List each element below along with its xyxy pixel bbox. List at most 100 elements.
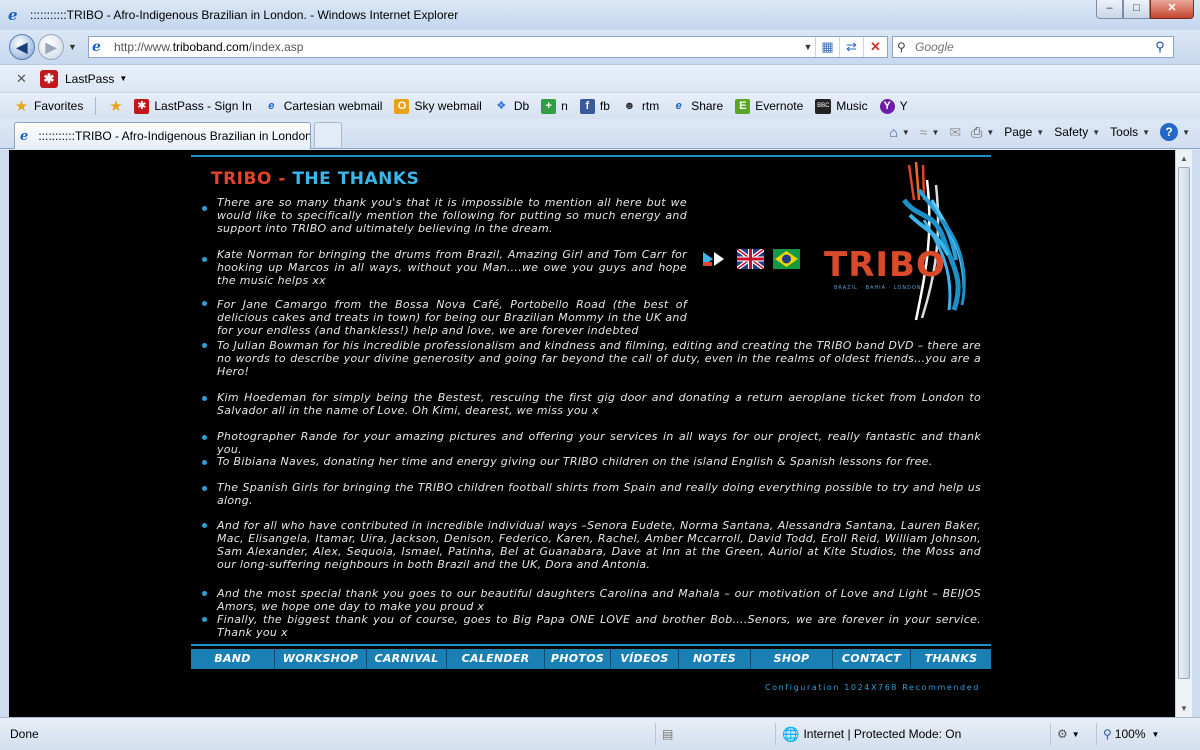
ie-logo-icon: e [8, 6, 18, 24]
yahoo-icon: Y [879, 98, 895, 114]
security-zone[interactable]: 🌐 Internet | Protected Mode: On [775, 723, 1045, 745]
address-url[interactable]: http://www.triboband.com/index.asp [114, 40, 801, 54]
dropbox-icon: ❖ [496, 99, 507, 112]
forward-button[interactable]: ▶ [38, 34, 64, 60]
page-menu-label: Page [1004, 125, 1033, 139]
favorite-link-yahoo[interactable]: Y Y [879, 98, 908, 114]
favorite-link-rtm[interactable]: ☻ rtm [622, 99, 660, 114]
favorite-label: LastPass - Sign In [154, 99, 252, 113]
favorite-link-fb[interactable]: f fb [579, 98, 610, 114]
bullet [202, 343, 207, 348]
favorite-link-lastpass[interactable]: ✱ LastPass - Sign In [134, 98, 252, 114]
maximize-button[interactable]: □ [1123, 0, 1150, 19]
nav-item-notes[interactable]: NOTES [679, 649, 751, 669]
close-toolbar-icon[interactable]: ✕ [16, 71, 30, 87]
favorite-link-evernote[interactable]: E Evernote [735, 98, 803, 114]
thanks-item: The Spanish Girls for bringing the TRIBO… [217, 481, 981, 507]
address-bar[interactable]: e http://www.triboband.com/index.asp ▼ ▦… [88, 36, 888, 58]
tools-menu-label: Tools [1110, 125, 1139, 139]
scrollbar-thumb[interactable] [1178, 167, 1190, 679]
print-button[interactable]: ⎙ ▼ [971, 124, 994, 141]
favorite-link-sky[interactable]: O Sky webmail [394, 98, 482, 114]
uk-flag-icon[interactable] [737, 249, 764, 269]
nav-item-workshop[interactable]: WORKSHOP [275, 649, 367, 669]
bullet [202, 486, 207, 491]
minimize-button[interactable]: – [1096, 0, 1123, 19]
favorite-label: fb [599, 99, 610, 113]
favorite-link-dropbox[interactable]: ❖ Db [494, 99, 529, 114]
add-ons-button[interactable]: ⚙ ▼ [1050, 723, 1092, 745]
search-icon[interactable]: ⚲ [1147, 39, 1173, 55]
favorites-button[interactable]: ★ Favorites [14, 99, 84, 114]
tab-bar: e :::::::::::TRIBO - Afro-Indigenous Bra… [0, 119, 1200, 149]
thanks-item: Finally, the biggest thank you of course… [217, 613, 981, 639]
music-player-icon[interactable] [701, 249, 728, 269]
search-box[interactable]: ⚲ ⚲ [892, 36, 1174, 58]
evernote-icon: E [735, 98, 751, 114]
safety-menu[interactable]: Safety ▼ [1054, 125, 1100, 139]
divider [95, 97, 97, 115]
lastpass-menu[interactable]: LastPass [65, 72, 114, 86]
favorite-link-music[interactable]: BBC Music [815, 98, 868, 114]
brazil-flag-icon[interactable] [773, 249, 800, 269]
scroll-down-icon[interactable]: ▼ [1176, 700, 1192, 717]
help-menu[interactable]: ? ▼ [1160, 123, 1190, 141]
compatibility-view-icon[interactable]: ▦ [815, 37, 839, 57]
page-menu[interactable]: Page ▼ [1004, 125, 1044, 139]
nav-item-thanks[interactable]: THANKS [911, 649, 991, 669]
recent-pages-dropdown-icon[interactable]: ▼ [68, 42, 77, 52]
protected-mode-icon: ⚙ [1057, 727, 1068, 741]
zone-text: Internet | Protected Mode: On [803, 727, 962, 741]
new-tab-button[interactable] [314, 122, 342, 147]
favorites-label: Favorites [34, 99, 84, 113]
favorite-link-n[interactable]: + n [541, 98, 568, 114]
refresh-icon[interactable]: ⇄ [839, 37, 863, 57]
nav-item-calender[interactable]: CALENDER [447, 649, 545, 669]
thanks-item: For Jane Camargo from the Bossa Nova Caf… [217, 298, 687, 337]
page-viewport: TRIBO - THE THANKS There are so many tha… [9, 150, 1175, 717]
chevron-down-icon[interactable]: ▼ [119, 74, 127, 83]
globe-icon: 🌐 [782, 725, 800, 742]
close-button[interactable]: ✕ [1150, 0, 1194, 19]
lastpass-icon[interactable]: ✱ [40, 69, 58, 88]
page-icon: e [92, 39, 101, 55]
tools-menu[interactable]: Tools ▼ [1110, 125, 1150, 139]
zoom-level: 100% [1114, 727, 1146, 741]
search-input[interactable] [915, 40, 1147, 54]
lastpass-toolbar: ✕ ✱ LastPass ▼ [0, 64, 1200, 92]
read-mail-button[interactable]: ✉ [949, 124, 961, 141]
home-button[interactable]: ⌂ ▼ [889, 124, 909, 140]
add-favorite-icon: ★ [109, 97, 123, 115]
language-flags [701, 249, 809, 269]
tab-tribo[interactable]: e :::::::::::TRIBO - Afro-Indigenous Bra… [14, 122, 311, 149]
bullet [202, 523, 207, 528]
nav-item-photos[interactable]: PHOTOS [545, 649, 611, 669]
help-icon: ? [1160, 123, 1179, 141]
rss-icon: ≈ [919, 124, 928, 140]
vertical-scrollbar[interactable]: ▲ ▼ [1175, 150, 1192, 717]
scroll-up-icon[interactable]: ▲ [1176, 150, 1192, 167]
favorite-link-share[interactable]: e Share [671, 99, 724, 114]
address-dropdown-icon[interactable]: ▼ [801, 42, 815, 52]
nav-item-band[interactable]: BAND [191, 649, 275, 669]
feeds-button[interactable]: ≈ ▼ [920, 124, 940, 140]
nav-item-carnival[interactable]: CARNIVAL [367, 649, 447, 669]
thanks-intro: There are so many thank you's that it is… [217, 196, 687, 235]
favorite-label: rtm [641, 99, 660, 113]
bullet [202, 301, 207, 306]
stop-icon[interactable]: ✕ [863, 37, 887, 57]
add-favorite-button[interactable]: ★ [108, 99, 128, 114]
window-frame-right [1192, 150, 1200, 717]
nav-item-videos[interactable]: VÍDEOS [611, 649, 679, 669]
config-note: Configuration 1024X768 Recommended [765, 683, 980, 692]
favorite-label: Y [899, 99, 908, 113]
zoom-control[interactable]: ⚲ 100% ▼ [1096, 723, 1192, 745]
favorites-bar: ★ Favorites ★ ✱ LastPass - Sign In e Car… [0, 92, 1200, 119]
printer-icon: ⎙ [971, 123, 983, 140]
favorite-link-cartesian[interactable]: e Cartesian webmail [264, 99, 382, 114]
back-button[interactable]: ◀ [9, 34, 35, 60]
bullet [202, 257, 207, 262]
nav-item-shop[interactable]: SHOP [751, 649, 833, 669]
favorite-label: Sky webmail [414, 99, 482, 113]
nav-item-contact[interactable]: CONTACT [833, 649, 911, 669]
